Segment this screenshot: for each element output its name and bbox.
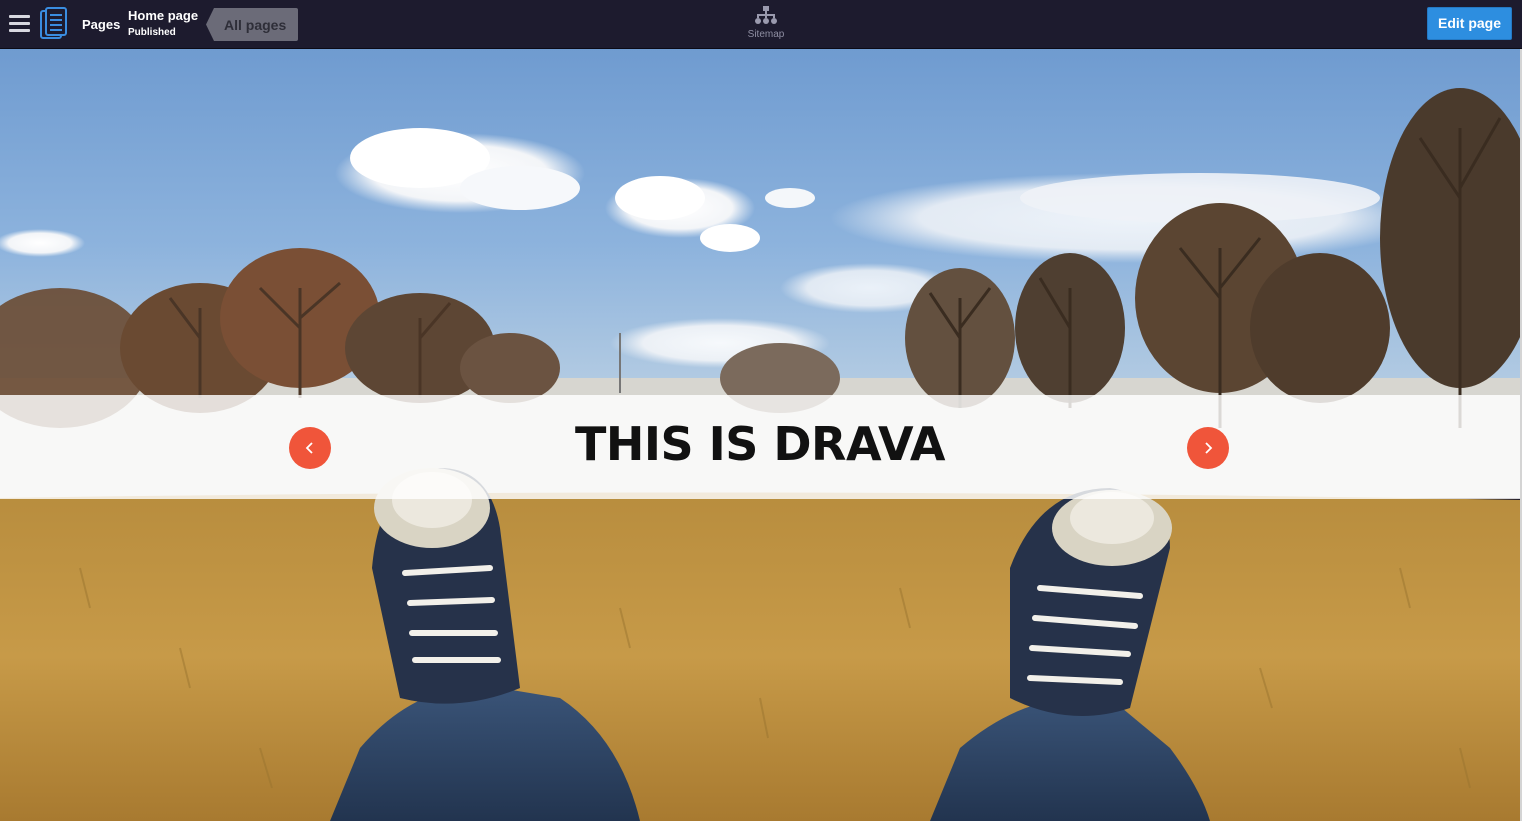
page-status: Published (128, 27, 176, 38)
all-pages-label: All pages (224, 17, 287, 33)
edit-page-button[interactable]: Edit page (1427, 7, 1512, 40)
all-pages-button[interactable]: All pages (206, 8, 298, 41)
slider-next-button[interactable] (1187, 427, 1229, 469)
hero-slider: THIS IS DRAVA (0, 48, 1522, 821)
chevron-right-icon (1205, 442, 1213, 454)
page-title: Home page (128, 8, 199, 23)
pages-document-icon[interactable] (40, 7, 70, 41)
sitemap-label: Sitemap (747, 29, 785, 40)
pages-link[interactable]: Pages (82, 17, 120, 32)
admin-toolbar: Pages Home page Published All pages Site… (0, 0, 1522, 48)
sitemap-icon (755, 6, 777, 24)
hero-title: THIS IS DRAVA (574, 417, 946, 471)
sitemap-button[interactable]: Sitemap (740, 5, 792, 45)
hamburger-menu-icon[interactable] (9, 15, 31, 33)
hero-banner: THIS IS DRAVA (0, 395, 1520, 499)
